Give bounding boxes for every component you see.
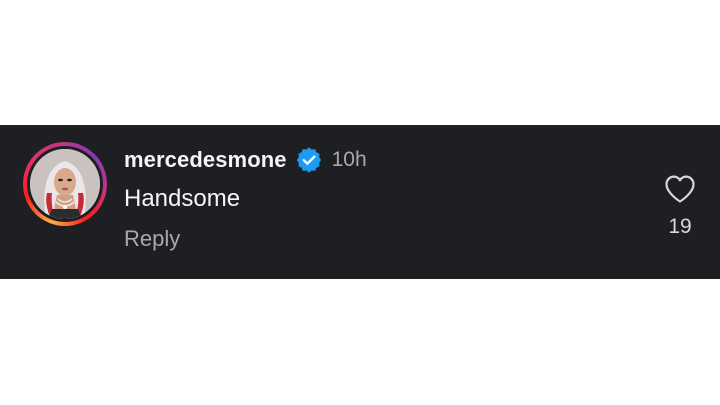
heart-icon[interactable] [664,174,696,204]
verified-badge-icon [296,147,321,173]
avatar-image [30,149,100,219]
page: mercedesmone 10h Handsome Reply 19 [0,0,720,405]
comment-text: Handsome [124,185,241,212]
like-count: 19 [668,215,692,238]
comment-item: mercedesmone 10h Handsome Reply 19 [0,125,720,279]
avatar-story-ring[interactable] [23,142,107,226]
reply-button[interactable]: Reply [124,226,180,252]
avatar[interactable] [30,149,100,219]
comment-header: mercedesmone 10h [124,145,367,175]
comment-timestamp: 10h [331,148,367,171]
username-link[interactable]: mercedesmone [124,147,287,173]
